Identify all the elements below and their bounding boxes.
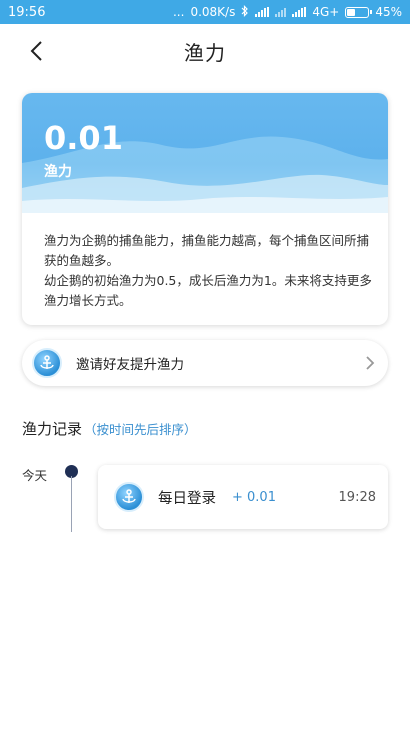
network-type: 4G+ <box>312 5 340 19</box>
battery-percent: 45% <box>375 5 402 19</box>
fishing-power-value: 0.01 <box>44 119 123 157</box>
invite-friends-button[interactable]: 邀请好友提升渔力 <box>22 340 388 386</box>
net-speed: 0.08K/s <box>190 5 236 19</box>
signal-icon-2 <box>275 7 287 17</box>
signal-icon-3 <box>292 7 307 17</box>
description: 渔力为企鹅的捕鱼能力，捕鱼能力越高，每个捕鱼区间所捕获的鱼越多。 幼企鹅的初始渔… <box>44 231 374 311</box>
record-item: 每日登录 + 0.01 19:28 <box>98 465 388 529</box>
signal-icon <box>255 7 270 17</box>
fishing-power-label: 渔力 <box>44 164 72 180</box>
record-delta: + 0.01 <box>232 489 276 505</box>
record-time: 19:28 <box>338 489 376 505</box>
record-name: 每日登录 <box>158 490 216 507</box>
anchor-icon <box>32 348 62 378</box>
timeline-date: 今天 <box>22 468 48 483</box>
records-subtitle: （按时间先后排序） <box>84 422 197 437</box>
invite-label: 邀请好友提升渔力 <box>76 357 184 373</box>
status-right: ... 0.08K/s 4G+ 45% <box>172 4 402 20</box>
records-title-text: 渔力记录 <box>22 420 83 438</box>
status-dots: ... <box>172 5 185 19</box>
bluetooth-icon <box>241 4 249 20</box>
fishing-power-card: 0.01 渔力 渔力为企鹅的捕鱼能力，捕鱼能力越高，每个捕鱼区间所捕获的鱼越多。… <box>22 93 388 325</box>
status-time: 19:56 <box>8 4 46 20</box>
records-title: 渔力记录 （按时间先后排序） <box>22 418 197 439</box>
chevron-right-icon <box>366 356 375 370</box>
description-line: 渔力为企鹅的捕鱼能力，捕鱼能力越高，每个捕鱼区间所捕获的鱼越多。 <box>44 233 370 268</box>
battery-icon <box>345 6 373 18</box>
chevron-left-icon <box>30 41 42 61</box>
timeline-line <box>71 476 72 532</box>
back-button[interactable] <box>22 38 52 68</box>
status-bar: 19:56 ... 0.08K/s 4G+ 45% <box>0 0 410 24</box>
page-title: 渔力 <box>184 40 226 65</box>
anchor-icon <box>114 482 144 512</box>
card-hero: 0.01 渔力 <box>22 93 388 213</box>
nav-bar: 渔力 <box>0 24 410 78</box>
description-line: 幼企鹅的初始渔力为0.5，成长后渔力为1。未来将支持更多渔力增长方式。 <box>44 273 372 308</box>
